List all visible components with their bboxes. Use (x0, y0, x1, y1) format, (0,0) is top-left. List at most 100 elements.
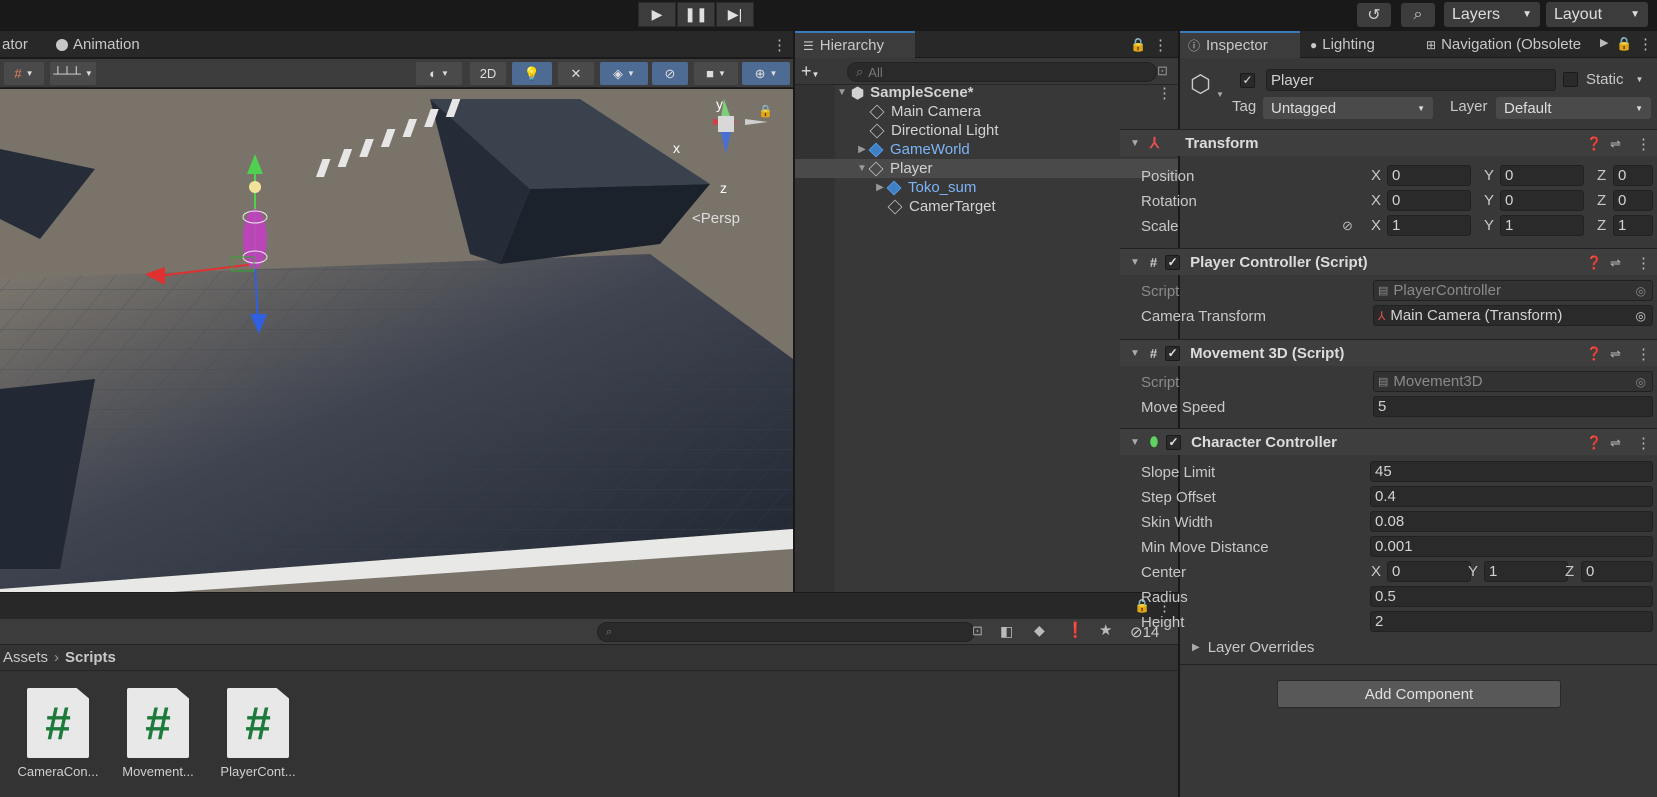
presets-icon[interactable]: ⇌ (1610, 346, 1621, 362)
hierarchy-search[interactable]: ⌕ All (847, 62, 1157, 82)
more-icon[interactable]: ⋮ (1636, 434, 1651, 452)
slope-limit-field[interactable]: 45 (1370, 461, 1653, 482)
icon-dropdown-icon[interactable]: ▼ (1216, 90, 1224, 99)
radius-field[interactable]: 0.5 (1370, 586, 1653, 607)
help-icon[interactable]: ❓ (1586, 435, 1602, 451)
height-field[interactable]: 2 (1370, 611, 1653, 632)
more-icon[interactable]: ⋮ (1636, 254, 1651, 272)
tab-inspector[interactable]: ⓘ Inspector (1180, 31, 1300, 58)
tab-animation[interactable]: Animation (48, 31, 148, 58)
add-component-button[interactable]: Add Component (1277, 680, 1561, 708)
help-icon[interactable]: ❓ (1586, 255, 1602, 271)
lock-icon[interactable]: 🔒 (1130, 37, 1146, 53)
audio-toggle[interactable]: ✕ (558, 62, 594, 85)
scale-x-field[interactable]: 1 (1387, 215, 1471, 236)
lighting-toggle[interactable]: 💡 (512, 62, 552, 85)
asset-item[interactable]: # PlayerCont... (213, 688, 303, 779)
persp-label[interactable]: <Persp (692, 210, 740, 227)
character-controller-header[interactable]: ▼ ⬮ ✓ Character Controller (1120, 428, 1657, 455)
search-options-icon[interactable]: ⊡ (972, 623, 983, 639)
enabled-checkbox[interactable]: ✓ (1165, 254, 1181, 270)
search-options-icon[interactable]: ⊡ (1157, 63, 1168, 79)
lock-icon[interactable]: 🔒 (1616, 36, 1632, 52)
presets-icon[interactable]: ⇌ (1610, 435, 1621, 451)
scene-more-icon[interactable]: ⋮ (1157, 84, 1172, 102)
project-search[interactable]: ⌕ (597, 622, 975, 642)
grid-button[interactable]: ┴┴┴ ▼ (50, 62, 96, 85)
asset-item[interactable]: # Movement... (113, 688, 203, 779)
more-icon[interactable]: ⋮ (1153, 36, 1168, 54)
scale-y-field[interactable]: 1 (1500, 215, 1584, 236)
asset-item[interactable]: # CameraCon... (13, 688, 103, 779)
layers-dropdown[interactable]: Layers ▼ (1444, 2, 1540, 27)
object-name-field[interactable]: Player (1266, 69, 1556, 91)
layers-icon: ◈ (613, 65, 624, 81)
camera-transform-field[interactable]: ⅄ Main Camera (Transform) ◎ (1373, 305, 1653, 326)
step-button[interactable]: ▶| (716, 2, 754, 27)
rotation-x-field[interactable]: 0 (1387, 190, 1471, 211)
player-controller-header[interactable]: ▼ # ✓ Player Controller (Script) (1120, 248, 1657, 275)
scene-viewport[interactable]: x y z 🔒 <Persp (0, 89, 793, 592)
breadcrumb-scripts[interactable]: Scripts (65, 649, 116, 666)
more-icon[interactable]: ⋮ (1636, 135, 1651, 153)
enabled-checkbox[interactable]: ✓ (1166, 434, 1182, 450)
transform-icon: ⅄ (1149, 135, 1160, 152)
shading-button[interactable]: ◐ ▼ (416, 62, 462, 85)
scale-z-field[interactable]: 1 (1613, 215, 1653, 236)
filter-type-icon[interactable]: ◧ (1000, 623, 1013, 640)
search-button[interactable]: ⌕ (1401, 3, 1435, 27)
position-z-field[interactable]: 0 (1613, 165, 1653, 186)
layer-dropdown[interactable]: Default ▼ (1496, 97, 1651, 119)
rotation-y-field[interactable]: 0 (1500, 190, 1584, 211)
pause-button[interactable]: ❚❚ (677, 2, 715, 27)
position-x-field[interactable]: 0 (1387, 165, 1471, 186)
min-move-field[interactable]: 0.001 (1370, 536, 1653, 557)
visibility-toggle[interactable]: ⊘ (652, 62, 688, 85)
layer-overrides-foldout[interactable]: ▶ Layer Overrides (1192, 636, 1314, 658)
help-icon[interactable]: ❓ (1586, 136, 1602, 152)
scene-row[interactable]: ▼ ⬢ SampleScene* (835, 83, 1195, 102)
target-icon[interactable]: ◎ (1636, 309, 1646, 323)
tab-navigation[interactable]: ⊞ Navigation (Obsolete (1418, 31, 1604, 58)
position-y-field[interactable]: 0 (1500, 165, 1584, 186)
tag-dropdown[interactable]: Untagged ▼ (1263, 97, 1433, 119)
camera-button[interactable]: ■ ▼ (694, 62, 738, 85)
center-y-field[interactable]: 1 (1484, 561, 1568, 582)
help-icon[interactable]: ❓ (1586, 346, 1602, 362)
snap-button[interactable]: # ▼ (4, 62, 44, 85)
effects-toggle[interactable]: ◈ ▼ (600, 62, 648, 85)
active-checkbox[interactable]: ✓ (1240, 71, 1255, 88)
move-speed-field[interactable]: 5 (1373, 396, 1653, 417)
lock-icon[interactable]: 🔒 (758, 104, 773, 118)
play-button[interactable]: ▶ (638, 2, 676, 27)
movement-header[interactable]: ▼ # ✓ Movement 3D (Script) (1120, 339, 1657, 366)
list-item[interactable]: Main Camera (869, 102, 1230, 121)
more-icon[interactable]: ⋮ (1636, 345, 1651, 363)
tab-animator[interactable]: ator (0, 31, 36, 58)
tab-lighting[interactable]: ● Lighting (1302, 31, 1383, 58)
presets-icon[interactable]: ⇌ (1610, 255, 1621, 271)
center-x-field[interactable]: 0 (1387, 561, 1471, 582)
label-icon[interactable]: ◆ (1034, 622, 1045, 639)
transform-header[interactable]: ▼ ⅄ Transform (1120, 129, 1657, 156)
2d-toggle[interactable]: 2D (470, 62, 506, 85)
tab-hierarchy[interactable]: ☰ Hierarchy (795, 31, 915, 58)
rotation-z-field[interactable]: 0 (1613, 190, 1653, 211)
link-off-icon[interactable]: ⊘ (1342, 218, 1353, 234)
more-icon[interactable]: ⋮ (1638, 35, 1653, 53)
layout-dropdown[interactable]: Layout ▼ (1546, 2, 1648, 27)
gizmos-button[interactable]: ⊕ ▼ (742, 62, 790, 85)
more-icon[interactable]: ⋮ (772, 36, 787, 54)
history-button[interactable]: ↺ (1357, 3, 1391, 27)
warning-icon[interactable]: ❗ (1066, 621, 1085, 639)
presets-icon[interactable]: ⇌ (1610, 136, 1621, 152)
step-offset-field[interactable]: 0.4 (1370, 486, 1653, 507)
star-icon[interactable]: ★ (1099, 621, 1112, 639)
center-z-field[interactable]: 0 (1581, 561, 1653, 582)
tab-scroll-icon[interactable]: ▶ (1600, 36, 1608, 49)
skin-width-field[interactable]: 0.08 (1370, 511, 1653, 532)
breadcrumb-assets[interactable]: Assets (3, 649, 48, 666)
enabled-checkbox[interactable]: ✓ (1165, 345, 1181, 361)
static-toggle[interactable]: Static ▼ (1563, 71, 1643, 88)
add-button[interactable]: +▼ (801, 61, 819, 82)
